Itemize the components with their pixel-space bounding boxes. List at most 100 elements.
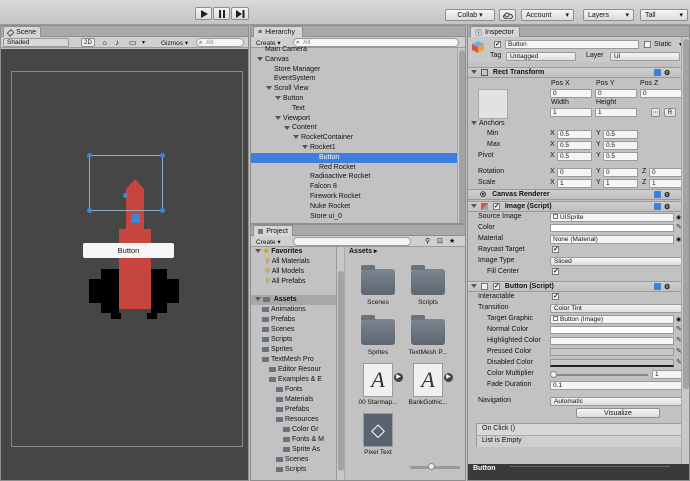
blueprint-button[interactable]: ⋯ [651,108,660,117]
hierarchy-item[interactable]: Scroll View [251,84,459,94]
chevron-down-icon[interactable] [275,96,281,101]
scale-y[interactable]: 1 [603,179,638,188]
fade-duration-field[interactable]: 0.1 [550,381,682,390]
asset-tree-item[interactable]: Materials [276,395,336,405]
rect-transform-header[interactable]: Rect Transform ⚙ [468,67,683,78]
posy-field[interactable]: 0 [595,89,637,98]
hierarchy-item[interactable]: Text [251,104,459,114]
tag-dropdown[interactable]: Untagged [506,52,576,61]
height-field[interactable]: 1 [595,108,637,117]
static-checkbox[interactable] [644,41,651,48]
folder-icon[interactable] [411,265,445,295]
cloud-button[interactable] [499,9,516,21]
settings-icon[interactable]: ⚙ [664,69,670,79]
hierarchy-item[interactable]: Nuke Rocket [251,202,459,212]
hierarchy-item[interactable]: Main Camera [251,45,459,55]
zoom-slider-thumb[interactable] [428,463,435,470]
tab-hierarchy[interactable]: ≡ Hierarchy [253,26,303,37]
tab-scene[interactable]: Scene [3,26,41,37]
folder-icon[interactable] [411,315,445,345]
hierarchy-item[interactable]: Firework Rocket [251,192,459,202]
active-checkbox[interactable]: ✓ [494,41,501,48]
anchor-min-y[interactable]: 0.5 [603,130,638,139]
project-create-button[interactable]: Create ▾ [256,238,281,246]
asset-tree-item[interactable]: Scripts [276,465,336,475]
scale-z[interactable]: 1 [649,179,682,188]
hierarchy-item[interactable]: Store ui_0 [251,212,459,222]
unity-asset-icon[interactable]: ◇ [363,413,393,447]
zoom-slider[interactable] [410,466,460,469]
chevron-down-icon[interactable] [302,145,308,150]
shading-dropdown[interactable]: Shaded [3,38,69,47]
hierarchy-item[interactable]: Falcon 8 [251,182,459,192]
help-icon[interactable] [654,283,661,290]
hierarchy-item[interactable]: Canvas [251,55,459,65]
hierarchy-item[interactable]: Content [251,123,459,133]
pause-button[interactable] [213,7,230,20]
pivot-y[interactable]: 0.5 [603,152,638,161]
pressed-color-swatch[interactable] [550,348,674,356]
project-search-input[interactable] [293,237,411,246]
folder-icon[interactable] [361,265,395,295]
project-breadcrumb[interactable]: Assets ▸ [346,247,465,257]
width-field[interactable]: 1 [550,108,592,117]
asset-tree-item[interactable]: Fonts [276,385,336,395]
chevron-down-icon[interactable]: ▾ [142,39,145,46]
asset-tree-item[interactable]: Prefabs [276,405,336,415]
scene-viewport[interactable]: Button [1,49,248,480]
favorites-header[interactable]: ★ Favorites [255,247,328,257]
color-multiplier-slider[interactable] [552,374,648,376]
hierarchy-item[interactable]: Red Rocket [251,163,459,173]
inspector-scrollbar[interactable] [681,37,689,465]
chevron-down-icon[interactable] [284,125,290,130]
hierarchy-scroll-thumb[interactable] [459,50,465,223]
layers-dropdown[interactable]: Layers ▾ [583,9,634,21]
hierarchy-item[interactable]: Store Manager [251,65,459,75]
canvas-renderer-header[interactable]: ◎ Canvas Renderer ⚙ [468,189,683,200]
fill-center-checkbox[interactable]: ✓ [552,268,559,275]
rotation-y[interactable]: 0 [603,168,638,177]
asset-tree-item[interactable]: Fonts & M [283,435,336,445]
asset-tree-item[interactable]: Scenes [262,325,336,335]
normal-color-swatch[interactable] [550,326,674,334]
help-icon[interactable] [654,203,661,210]
effects-icon[interactable]: ▭ [129,38,137,47]
font-asset-icon[interactable]: A [413,363,443,397]
asset-tree-item[interactable]: Scenes [276,455,336,465]
favorites-item[interactable]: ⚲ All Models [265,267,328,277]
image-enabled-checkbox[interactable]: ✓ [492,202,500,210]
raycast-checkbox[interactable]: ✓ [552,246,559,253]
button-enabled-checkbox[interactable]: ✓ [492,282,500,290]
button-script-header[interactable]: ✓ Button (Script) ⚙ [468,281,683,292]
star-icon[interactable]: ★ [449,237,455,245]
posz-field[interactable]: 0 [640,89,682,98]
step-button[interactable] [231,7,249,20]
scale-x[interactable]: 1 [557,179,592,188]
color-multiplier-thumb[interactable] [550,371,557,378]
tag-filter-icon[interactable]: ⚲ [425,237,430,245]
favorites-item[interactable]: ⚲ All Prefabs [265,277,328,287]
lighting-icon[interactable]: ☼ [101,38,108,47]
hierarchy-scrollbar[interactable] [457,48,465,223]
anchor-min-x[interactable]: 0.5 [557,130,592,139]
interactable-checkbox[interactable]: ✓ [552,293,559,300]
asset-tree-item[interactable]: TextMesh Pro [262,355,336,365]
hierarchy-item[interactable]: Rocket1 [251,143,459,153]
expand-arrow-icon[interactable]: ▶ [394,373,403,382]
toggle-2d-button[interactable]: 2D [81,38,95,47]
anchor-max-y[interactable]: 0.5 [603,141,638,150]
project-tree-thumb[interactable] [338,271,344,471]
disabled-color-swatch[interactable] [550,359,674,367]
rotation-x[interactable]: 0 [557,168,592,177]
asset-tree-item[interactable]: Resources [276,415,336,425]
lock-icon[interactable]: ⊡ [437,237,443,245]
expand-arrow-icon[interactable]: ▶ [444,373,453,382]
play-button[interactable] [195,7,212,20]
hierarchy-item[interactable]: Viewport [251,114,459,124]
asset-tree-item[interactable]: Sprites [262,345,336,355]
settings-icon[interactable]: ⚙ [664,283,670,293]
anchor-max-x[interactable]: 0.5 [557,141,592,150]
project-tree-scrollbar[interactable] [337,247,345,480]
audio-icon[interactable]: ♪ [115,38,119,47]
hierarchy-item[interactable]: RocketContainer [251,133,459,143]
